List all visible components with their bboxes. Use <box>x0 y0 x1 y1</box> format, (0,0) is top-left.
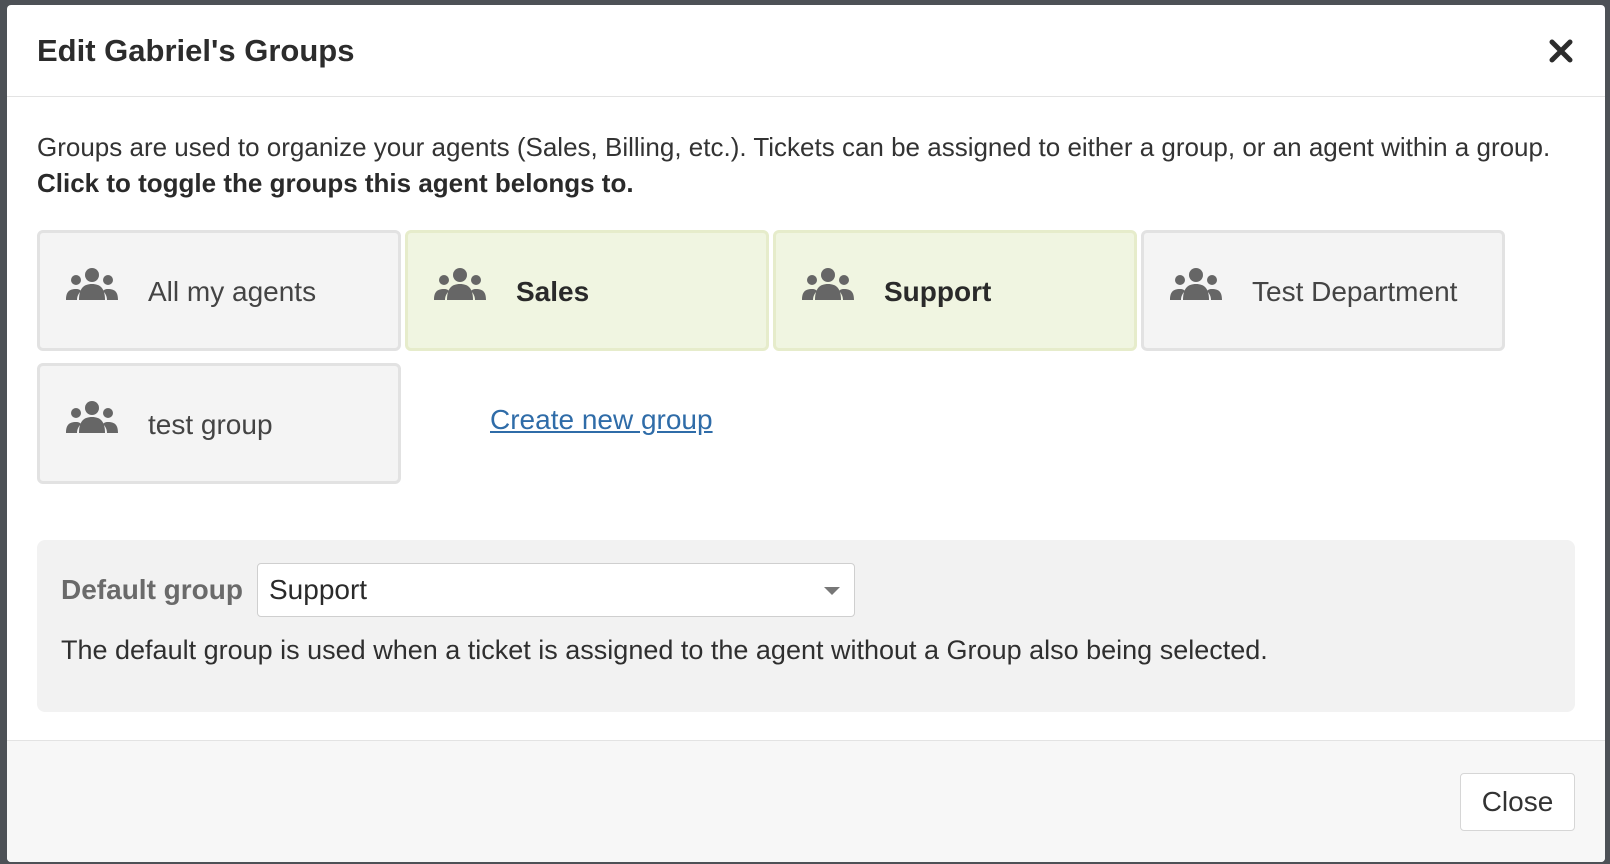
default-group-value: Support <box>269 574 368 605</box>
group-name: Support <box>884 276 992 307</box>
chevron-down-icon <box>824 587 840 595</box>
default-group-label: Default group <box>61 574 243 605</box>
edit-groups-dialog: Edit Gabriel's Groups Groups are used to… <box>7 5 1605 862</box>
dialog-title: Edit Gabriel's Groups <box>37 33 355 68</box>
group-name: test group <box>148 409 273 440</box>
intro-description: Groups are used to organize your agents … <box>37 132 1551 162</box>
group-icon <box>66 268 118 300</box>
group-icon <box>434 268 486 300</box>
group-card-sales[interactable]: Sales <box>405 230 769 351</box>
group-name: Test Department <box>1252 276 1458 307</box>
default-group-panel: Default group Support The default group … <box>37 540 1575 712</box>
group-icon <box>1170 268 1222 300</box>
intro-instruction: Click to toggle the groups this agent be… <box>37 168 634 198</box>
group-card-support[interactable]: Support <box>773 230 1137 351</box>
group-card-test-group[interactable]: test group <box>37 363 401 484</box>
group-card-test-department[interactable]: Test Department <box>1141 230 1505 351</box>
default-group-select[interactable]: Support <box>257 563 855 617</box>
dialog-header: Edit Gabriel's Groups <box>7 5 1605 97</box>
group-name: All my agents <box>148 276 317 307</box>
group-card-all-my-agents[interactable]: All my agents <box>37 230 401 351</box>
close-icon-glyph <box>1549 39 1573 63</box>
intro-text: Groups are used to organize your agents … <box>37 129 1557 201</box>
close-button[interactable]: Close <box>1460 773 1575 831</box>
close-icon[interactable] <box>1543 33 1579 69</box>
group-name: Sales <box>516 276 590 307</box>
group-icon <box>66 401 118 433</box>
default-group-help: The default group is used when a ticket … <box>61 635 1268 665</box>
dialog-footer: Close <box>7 740 1605 862</box>
group-icon <box>802 268 854 300</box>
create-new-group-link[interactable]: Create new group <box>490 402 713 438</box>
